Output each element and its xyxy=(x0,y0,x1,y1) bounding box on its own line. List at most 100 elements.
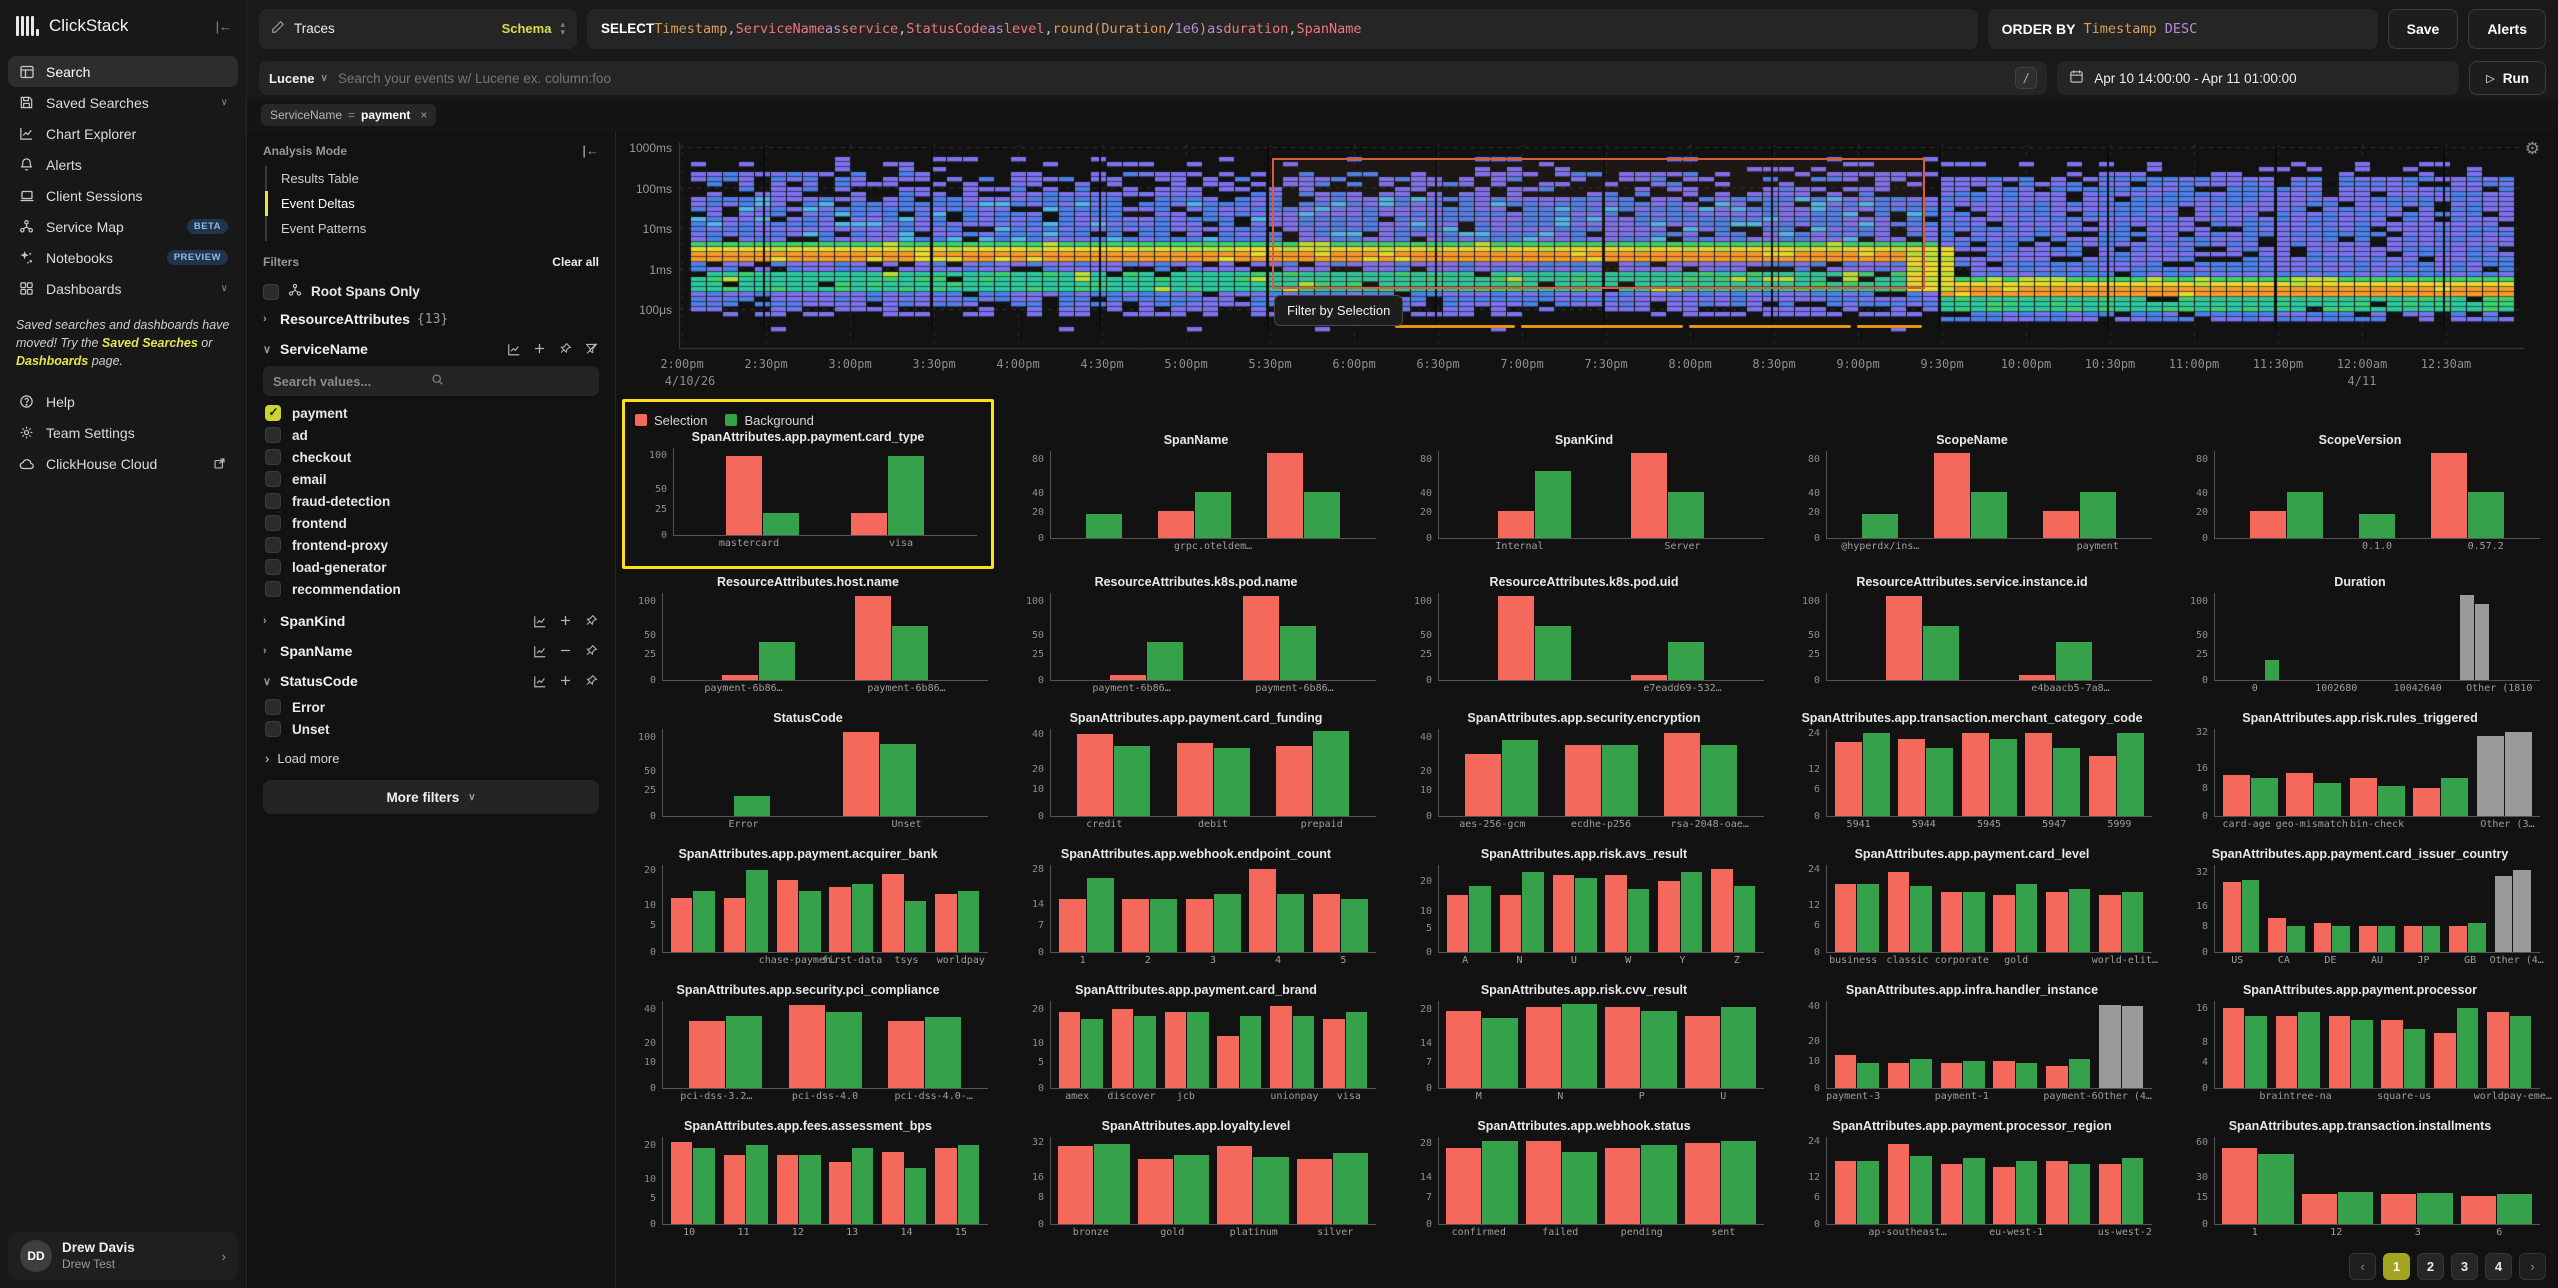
page-button-3[interactable]: 3 xyxy=(2451,1253,2478,1280)
mini-chart[interactable]: SpanAttributes.app.payment.acquirer_bank… xyxy=(622,847,994,967)
mini-chart[interactable]: SpanAttributes.app.fees.assessment_bps20… xyxy=(622,1119,994,1239)
chart-icon[interactable] xyxy=(507,342,521,356)
source-select[interactable]: Traces Schema ▴▾ xyxy=(259,9,577,49)
page-button-2[interactable]: 2 xyxy=(2417,1253,2444,1280)
search-input[interactable]: Search your events w/ Lucene ex. column:… xyxy=(338,71,2005,86)
page-button-4[interactable]: 4 xyxy=(2485,1253,2512,1280)
plus-icon[interactable] xyxy=(559,674,573,688)
chart-icon[interactable] xyxy=(533,614,547,628)
language-select[interactable]: Lucene∨ xyxy=(269,71,328,86)
schema-button[interactable]: Schema xyxy=(502,21,552,36)
mini-chart[interactable]: SpanAttributes.app.risk.avs_result201050… xyxy=(1398,847,1770,967)
filter-by-selection-button[interactable]: Filter by Selection xyxy=(1274,295,1403,326)
mini-chart[interactable]: SpanAttributes.app.payment.card_brand201… xyxy=(1010,983,1382,1103)
heatmap-selection-rect[interactable] xyxy=(1272,158,1925,289)
mini-chart[interactable]: SpanAttributes.app.risk.rules_triggered3… xyxy=(2174,711,2546,831)
filter-value-fraud-detection[interactable]: fraud-detection xyxy=(265,490,599,512)
search-bar[interactable]: Lucene∨ Search your events w/ Lucene ex.… xyxy=(259,61,2047,95)
filter-chip-servicename[interactable]: ServiceName = payment × xyxy=(261,104,436,126)
pin-icon[interactable] xyxy=(585,644,599,658)
mode-event-patterns[interactable]: Event Patterns xyxy=(265,216,599,241)
sidebar-item-team-settings[interactable]: Team Settings xyxy=(8,417,238,448)
save-button[interactable]: Save xyxy=(2388,9,2459,49)
load-more-button[interactable]: ›Load more xyxy=(263,746,599,766)
sidebar-item-clickhouse-cloud[interactable]: ClickHouse Cloud xyxy=(8,448,238,479)
filter-value-load-generator[interactable]: load-generator xyxy=(265,556,599,578)
filter-value-Unset[interactable]: Unset xyxy=(265,718,599,740)
plus-icon[interactable] xyxy=(533,342,547,356)
mini-chart[interactable]: SpanName8040200grpc.oteldem… xyxy=(1010,433,1382,553)
filter-value-email[interactable]: email xyxy=(265,468,599,490)
chart-icon[interactable] xyxy=(533,644,547,658)
mini-chart[interactable]: SpanAttributes.app.security.encryption40… xyxy=(1398,711,1770,831)
page-button-1[interactable]: 1 xyxy=(2383,1253,2410,1280)
mini-chart[interactable]: SpanAttributes.app.infra.handler_instanc… xyxy=(1786,983,2158,1103)
mini-chart[interactable]: SpanAttributes.app.payment.card_type1005… xyxy=(633,430,983,550)
filter-value-recommendation[interactable]: recommendation xyxy=(265,578,599,600)
filter-value-frontend[interactable]: frontend xyxy=(265,512,599,534)
filter-value-Error[interactable]: Error xyxy=(265,696,599,718)
duration-heatmap[interactable]: 1000ms100ms10ms1ms100μs 2:00pm4/10/262:3… xyxy=(616,131,2558,393)
mini-chart[interactable]: SpanAttributes.app.payment.card_issuer_c… xyxy=(2174,847,2546,967)
mini-chart[interactable]: ScopeVersion80402000.1.00.57.2 xyxy=(2174,433,2546,553)
values-search-input[interactable]: Search values... xyxy=(263,366,599,396)
mini-chart[interactable]: ResourceAttributes.k8s.pod.name10050250p… xyxy=(1010,575,1382,695)
mini-chart[interactable]: ResourceAttributes.service.instance.id10… xyxy=(1786,575,2158,695)
user-menu[interactable]: DD Drew Davis Drew Test › xyxy=(8,1232,238,1280)
filter-value-ad[interactable]: ad xyxy=(265,424,599,446)
mini-chart[interactable]: SpanAttributes.app.webhook.endpoint_coun… xyxy=(1010,847,1382,967)
run-button[interactable]: ▷Run xyxy=(2469,61,2546,95)
next-page-button[interactable]: › xyxy=(2519,1253,2546,1280)
filter-section-statuscode[interactable]: ∨StatusCode xyxy=(263,666,599,696)
filter-section-resourceattributes[interactable]: ›ResourceAttributes{13} xyxy=(263,304,599,334)
mini-chart[interactable]: SpanAttributes.app.payment.processor1684… xyxy=(2174,983,2546,1103)
sidebar-item-search[interactable]: Search xyxy=(8,56,238,87)
sidebar-item-service-map[interactable]: Service MapBETA xyxy=(8,211,238,242)
filter-value-frontend-proxy[interactable]: frontend-proxy xyxy=(265,534,599,556)
more-filters-button[interactable]: More filters∨ xyxy=(263,780,599,814)
filter-section-spankind[interactable]: ›SpanKind xyxy=(263,606,599,636)
mini-chart[interactable]: StatusCode10050250ErrorUnset xyxy=(622,711,994,831)
sidebar-item-dashboards[interactable]: Dashboards∨ xyxy=(8,273,238,304)
plus-icon[interactable] xyxy=(559,614,573,628)
sidebar-item-alerts[interactable]: Alerts xyxy=(8,149,238,180)
time-range-picker[interactable]: Apr 10 14:00:00 - Apr 11 01:00:00 xyxy=(2057,61,2459,95)
prev-page-button[interactable]: ‹ xyxy=(2349,1253,2376,1280)
saved-searches-link[interactable]: Saved Searches xyxy=(102,336,198,350)
sql-editor[interactable]: SELECT Timestamp, ServiceName as service… xyxy=(587,9,1978,49)
filter-section-spanname[interactable]: ›SpanName xyxy=(263,636,599,666)
mini-chart[interactable]: ScopeName8040200@hyperdx/ins…payment xyxy=(1786,433,2158,553)
order-by-editor[interactable]: ORDER BY Timestamp DESC xyxy=(1988,9,2378,49)
panel-collapse-icon[interactable]: |← xyxy=(582,143,599,158)
sidebar-item-chart-explorer[interactable]: Chart Explorer xyxy=(8,118,238,149)
mini-chart[interactable]: Duration100502500100268010042640Other (1… xyxy=(2174,575,2546,695)
mini-chart[interactable]: SpanAttributes.app.loyalty.level321680br… xyxy=(1010,1119,1382,1239)
sidebar-item-notebooks[interactable]: NotebooksPREVIEW xyxy=(8,242,238,273)
filter-section-servicename[interactable]: ∨ServiceName xyxy=(263,334,599,364)
mini-chart[interactable]: SpanAttributes.app.risk.cvv_result281470… xyxy=(1398,983,1770,1103)
sidebar-item-saved-searches[interactable]: Saved Searches∨ xyxy=(8,87,238,118)
mini-chart[interactable]: SpanAttributes.app.webhook.status281470c… xyxy=(1398,1119,1770,1239)
mini-chart[interactable]: SpanKind8040200InternalServer xyxy=(1398,433,1770,553)
chart-icon[interactable] xyxy=(533,674,547,688)
mini-chart[interactable]: ResourceAttributes.k8s.pod.uid10050250e7… xyxy=(1398,575,1770,695)
pin-icon[interactable] xyxy=(585,674,599,688)
filter-off-icon[interactable] xyxy=(585,342,599,356)
mini-chart[interactable]: SpanAttributes.app.payment.card_level241… xyxy=(1786,847,2158,967)
mini-chart[interactable]: ResourceAttributes.host.name10050250paym… xyxy=(622,575,994,695)
sidebar-item-client-sessions[interactable]: Client Sessions xyxy=(8,180,238,211)
mini-chart[interactable]: SpanAttributes.app.transaction.installme… xyxy=(2174,1119,2546,1239)
mini-chart[interactable]: SpanAttributes.app.transaction.merchant_… xyxy=(1786,711,2158,831)
minus-icon[interactable] xyxy=(559,644,573,658)
pin-icon[interactable] xyxy=(559,342,573,356)
close-icon[interactable]: × xyxy=(420,108,427,122)
filter-value-payment[interactable]: payment xyxy=(265,402,599,424)
sidebar-item-help[interactable]: Help xyxy=(8,386,238,417)
pin-icon[interactable] xyxy=(585,614,599,628)
alerts-button[interactable]: Alerts xyxy=(2468,9,2546,49)
sidebar-collapse-icon[interactable]: |← xyxy=(216,19,232,34)
gear-icon[interactable]: ⚙ xyxy=(2525,139,2540,159)
mini-chart[interactable]: SpanAttributes.app.payment.card_funding4… xyxy=(1010,711,1382,831)
clear-all-button[interactable]: Clear all xyxy=(552,255,599,269)
dashboards-link[interactable]: Dashboards xyxy=(16,354,88,368)
